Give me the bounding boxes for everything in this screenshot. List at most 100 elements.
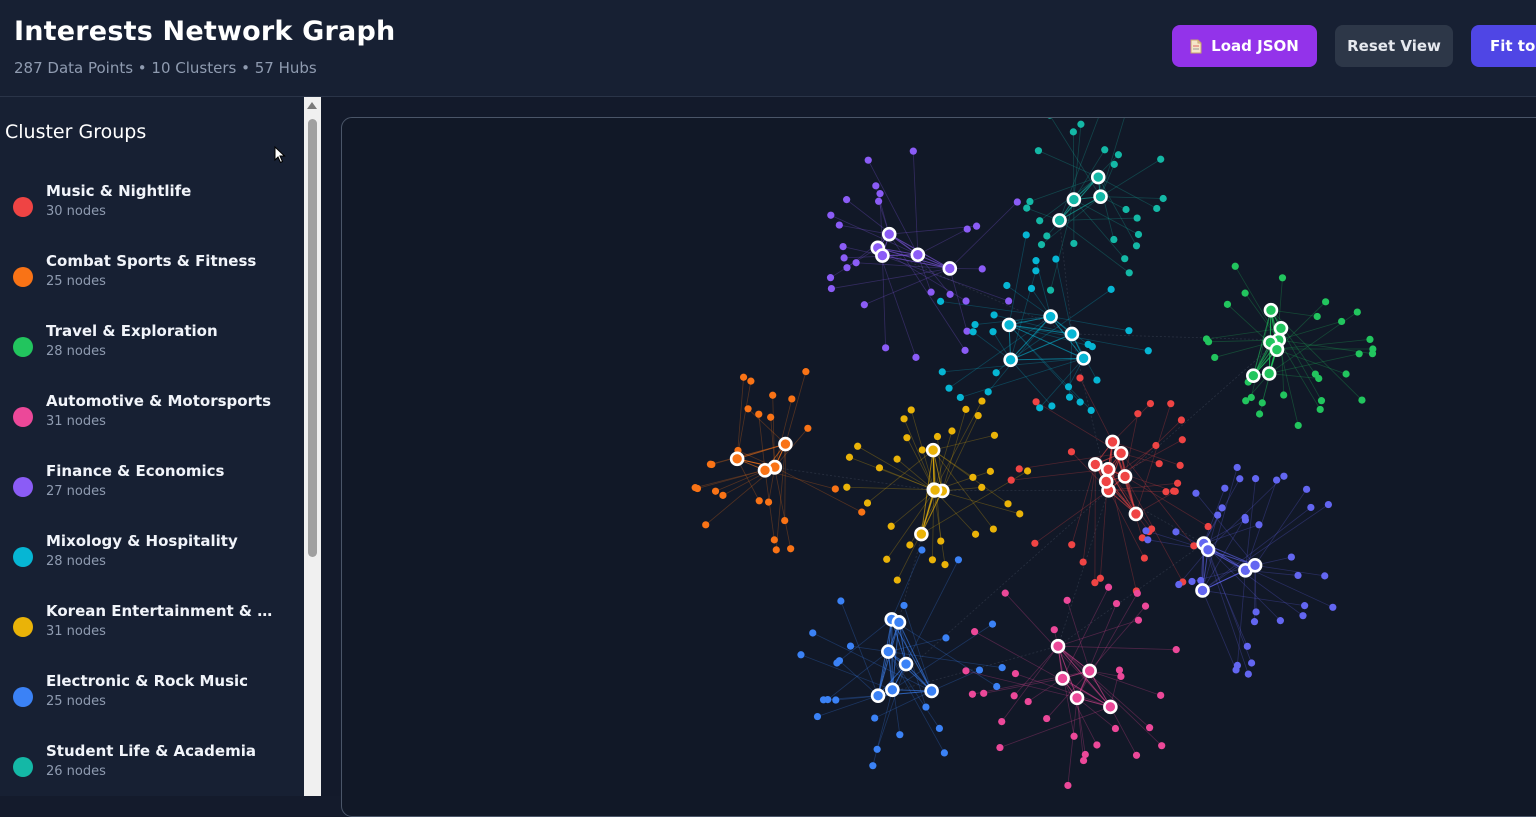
- graph-hub-node[interactable]: [944, 262, 956, 274]
- graph-node[interactable]: [841, 254, 848, 261]
- cluster-item[interactable]: Electronic & Rock Music25 nodes: [0, 670, 300, 730]
- graph-node[interactable]: [912, 354, 919, 361]
- graph-node[interactable]: [1158, 742, 1165, 749]
- graph-hub-node[interactable]: [1095, 191, 1107, 203]
- graph-node[interactable]: [1146, 724, 1153, 731]
- graph-node[interactable]: [1322, 298, 1329, 305]
- graph-node[interactable]: [1038, 241, 1045, 248]
- graph-node[interactable]: [976, 666, 983, 673]
- graph-node[interactable]: [876, 190, 883, 197]
- graph-node[interactable]: [955, 556, 962, 563]
- graph-node[interactable]: [919, 446, 926, 453]
- graph-node[interactable]: [888, 523, 895, 530]
- graph-node[interactable]: [1318, 397, 1325, 404]
- graph-node[interactable]: [839, 243, 846, 250]
- graph-node[interactable]: [1068, 448, 1075, 455]
- graph-node[interactable]: [1214, 512, 1221, 519]
- graph-node[interactable]: [1299, 612, 1306, 619]
- graph-node[interactable]: [1043, 715, 1050, 722]
- graph-node[interactable]: [957, 394, 964, 401]
- graph-node[interactable]: [999, 664, 1006, 671]
- graph-node[interactable]: [1294, 572, 1301, 579]
- graph-node[interactable]: [1016, 510, 1023, 517]
- graph-node[interactable]: [1134, 214, 1141, 221]
- cluster-item[interactable]: Finance & Economics27 nodes: [0, 460, 300, 520]
- graph-node[interactable]: [922, 703, 929, 710]
- graph-node[interactable]: [1064, 782, 1071, 789]
- graph-hub-node[interactable]: [1054, 214, 1066, 226]
- graph-node[interactable]: [843, 196, 850, 203]
- graph-node[interactable]: [1252, 608, 1259, 615]
- graph-node[interactable]: [1219, 504, 1226, 511]
- graph-node[interactable]: [827, 274, 834, 281]
- graph-hub-node[interactable]: [1265, 304, 1277, 316]
- graph-hub-node[interactable]: [886, 684, 898, 696]
- graph-node[interactable]: [865, 157, 872, 164]
- graph-node[interactable]: [1122, 206, 1129, 213]
- graph-node[interactable]: [1023, 231, 1030, 238]
- graph-node[interactable]: [1051, 626, 1058, 633]
- graph-hub-node[interactable]: [1089, 458, 1101, 470]
- graph-node[interactable]: [946, 291, 953, 298]
- graph-node[interactable]: [1162, 488, 1169, 495]
- graph-node[interactable]: [702, 521, 709, 528]
- graph-node[interactable]: [937, 298, 944, 305]
- graph-hub-node[interactable]: [731, 453, 743, 465]
- graph-node[interactable]: [1174, 480, 1181, 487]
- graph-hub-node[interactable]: [1263, 368, 1275, 380]
- graph-node[interactable]: [837, 597, 844, 604]
- graph-hub-node[interactable]: [1078, 352, 1090, 364]
- graph-node[interactable]: [908, 406, 915, 413]
- graph-node[interactable]: [1077, 121, 1084, 128]
- graph-node[interactable]: [1160, 195, 1167, 202]
- graph-node[interactable]: [1325, 501, 1332, 508]
- graph-node[interactable]: [1105, 584, 1112, 591]
- graph-node[interactable]: [929, 556, 936, 563]
- graph-node[interactable]: [1242, 290, 1249, 297]
- graph-node[interactable]: [804, 425, 811, 432]
- sidebar-scrollbar[interactable]: [304, 97, 321, 796]
- graph-node[interactable]: [975, 412, 982, 419]
- graph-node[interactable]: [969, 474, 976, 481]
- graph-node[interactable]: [985, 388, 992, 395]
- graph-node[interactable]: [1111, 161, 1118, 168]
- graph-hub-node[interactable]: [876, 250, 888, 262]
- graph-node[interactable]: [769, 392, 776, 399]
- graph-node[interactable]: [1342, 370, 1349, 377]
- graph-node[interactable]: [1157, 692, 1164, 699]
- graph-node[interactable]: [1048, 402, 1055, 409]
- graph-node[interactable]: [1277, 617, 1284, 624]
- graph-node[interactable]: [1142, 527, 1149, 534]
- graph-node[interactable]: [809, 629, 816, 636]
- graph-hub-node[interactable]: [1249, 559, 1261, 571]
- graph-hub-node[interactable]: [1052, 640, 1064, 652]
- graph-node[interactable]: [1070, 733, 1077, 740]
- graph-node[interactable]: [1016, 465, 1023, 472]
- graph-node[interactable]: [1314, 313, 1321, 320]
- graph-node[interactable]: [1036, 217, 1043, 224]
- graph-node[interactable]: [1307, 504, 1314, 511]
- graph-hub-node[interactable]: [1247, 370, 1259, 382]
- graph-node[interactable]: [1153, 205, 1160, 212]
- graph-node[interactable]: [1080, 757, 1087, 764]
- graph-node[interactable]: [962, 667, 969, 674]
- graph-node[interactable]: [1076, 374, 1083, 381]
- graph-node[interactable]: [871, 714, 878, 721]
- graph-node[interactable]: [756, 497, 763, 504]
- graph-node[interactable]: [1141, 554, 1148, 561]
- load-json-button[interactable]: Load JSON: [1172, 25, 1317, 67]
- graph-node[interactable]: [755, 411, 762, 418]
- graph-node[interactable]: [993, 683, 1000, 690]
- cluster-item[interactable]: Mixology & Hospitality28 nodes: [0, 530, 300, 590]
- graph-node[interactable]: [970, 328, 977, 335]
- graph-node[interactable]: [900, 602, 907, 609]
- graph-node[interactable]: [1101, 146, 1108, 153]
- graph-node[interactable]: [1113, 600, 1120, 607]
- graph-node[interactable]: [1116, 666, 1123, 673]
- graph-hub-node[interactable]: [927, 444, 939, 456]
- graph-node[interactable]: [1279, 274, 1286, 281]
- graph-node[interactable]: [900, 415, 907, 422]
- graph-hub-node[interactable]: [872, 690, 884, 702]
- graph-node[interactable]: [1077, 399, 1084, 406]
- graph-node[interactable]: [990, 311, 997, 318]
